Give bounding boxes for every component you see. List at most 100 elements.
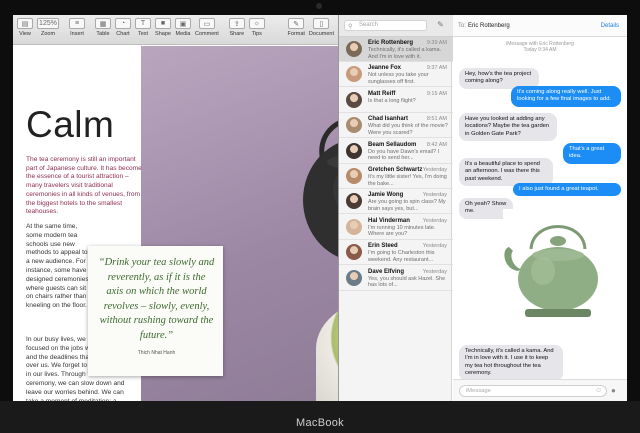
conversation-name: Dave Elfving	[368, 268, 405, 275]
toolbar-label: Share	[229, 31, 245, 37]
conversation-item[interactable]: Hal Vinderman Yesterday I'm running 10 min…	[339, 215, 453, 240]
search-input[interactable]: Search	[344, 20, 427, 31]
conversation-preview: I'm running 10 minutes late. Where are y…	[368, 224, 436, 238]
insert-icon: ≡	[69, 18, 85, 29]
text-icon: T	[135, 18, 151, 29]
conversation-name: Jamie Wong	[368, 192, 404, 199]
avatar	[346, 269, 362, 286]
conversation-time: Yesterday	[422, 192, 447, 199]
incoming-message[interactable]: Technically, it's called a kama. And I'm…	[459, 345, 563, 381]
body-paragraph-1: At the same time, some modern tea school…	[26, 223, 89, 310]
toolbar-text-button[interactable]: T Text	[135, 18, 151, 37]
sidebar-icon: ▤	[17, 18, 33, 29]
to-label: To:	[458, 23, 467, 29]
message-input-bar: iMessage ☺ ●	[453, 379, 627, 401]
shape-icon: ■	[155, 18, 171, 29]
toolbar-shape-button[interactable]: ■ Shape	[155, 18, 171, 37]
toolbar-document-button[interactable]: ▯ Document	[309, 18, 334, 37]
conversation-name: Jeanne Fox	[368, 65, 402, 72]
conversation-item[interactable]: Chad Isanhart 8:51 AM What did you think o…	[339, 113, 453, 139]
incoming-message[interactable]: Have you looked at adding any locations?…	[459, 113, 557, 142]
toolbar-label: Comment	[195, 31, 219, 37]
avatar	[346, 168, 362, 184]
avatar	[346, 66, 362, 83]
conversation-time: Yesterday	[422, 167, 447, 173]
toolbar-label: Tips	[251, 31, 262, 37]
lead-paragraph: The tea ceremony is still an important p…	[26, 156, 142, 216]
conversation-preview: Technically, it's called a kama. And I'm…	[368, 47, 442, 60]
toolbar-label: Media	[175, 31, 191, 37]
comment-icon: ▭	[198, 18, 215, 29]
message-input[interactable]: iMessage	[459, 385, 607, 397]
toolbar-label: Shape	[155, 31, 171, 37]
toolbar-label: Zoom	[40, 31, 56, 37]
zoom-icon: 125%	[37, 18, 59, 29]
document-canvas[interactable]: Calm The tea ceremony is still an import…	[13, 46, 338, 401]
conversation-item[interactable]: Dave Elfving Yesterday Yes, you should ask…	[339, 266, 453, 291]
compose-icon[interactable]: ✎	[435, 20, 446, 31]
toolbar-label: Text	[137, 31, 149, 37]
conversation-preview: It's my little sister! Yes, I'm doing th…	[368, 174, 447, 187]
avatar	[346, 218, 362, 235]
outgoing-message[interactable]: It's coming along really well. Just look…	[511, 86, 621, 107]
table-icon: ▦	[95, 18, 111, 29]
chat-header: To: Eric Rottenberg Details	[453, 15, 627, 37]
microphone-icon[interactable]: ●	[611, 386, 616, 395]
page-title: Calm	[26, 104, 115, 145]
toolbar-format-button[interactable]: ✎ Format	[288, 18, 305, 37]
emoji-icon[interactable]: ☺	[595, 387, 602, 394]
conversation-item[interactable]: Gretchen Schwartz Yesterday It's my little…	[339, 164, 453, 189]
conversation-name: Beam Sellaudom	[368, 141, 417, 148]
search-icon: ⚲	[348, 24, 353, 30]
toolbar-comment-button[interactable]: ▭ Comment	[195, 18, 219, 37]
green-teapot-photo[interactable]	[503, 209, 613, 329]
conversation-name: Eric Rottenberg	[368, 40, 414, 46]
conversation-name: Erin Steed	[368, 243, 398, 250]
conversation-item[interactable]: Erin Steed Yesterday I'm going to Charlest…	[339, 240, 453, 266]
avatar	[346, 91, 362, 108]
toolbar-media-button[interactable]: ▣ Media	[175, 18, 191, 37]
conversation-item[interactable]: Beam Sellaudom 8:42 AM Do you have Dawn's …	[339, 139, 453, 164]
outgoing-message[interactable]: I also just found a great teapot.	[513, 183, 621, 197]
toolbar-tips-button[interactable]: ☼ Tips	[248, 18, 265, 37]
toolbar-view-button[interactable]: ▤ View	[17, 18, 33, 37]
chart-icon: ◔	[115, 18, 131, 29]
screen: ▤ View 125% Zoom ≡ Insert ▦ Table ◔ Chart T Text ■ Sh…	[13, 15, 627, 401]
details-button[interactable]: Details	[601, 23, 619, 29]
toolbar-insert-button[interactable]: ≡ Insert	[69, 18, 85, 37]
pull-quote[interactable]: “Drink your tea slowly and reverently, a…	[88, 246, 223, 376]
avatar	[346, 142, 362, 159]
conversation-time: 9:39 AM	[426, 40, 447, 46]
toolbar-label: Document	[308, 31, 334, 37]
incoming-message[interactable]: It's a beautiful place to spend an after…	[459, 158, 553, 187]
media-icon: ▣	[175, 18, 191, 29]
toolbar-label: Chart	[116, 31, 130, 37]
toolbar-label: Insert	[70, 31, 84, 37]
conversation-preview: I'm going to Charleston this weekend. An…	[368, 250, 435, 263]
outgoing-message[interactable]: That's a great idea.	[563, 143, 621, 164]
teapot-image	[303, 120, 338, 257]
conversation-item[interactable]: Eric Rottenberg 9:39 AM Technically, it's …	[339, 37, 453, 62]
conversation-preview: What did you think of the movie? Were yo…	[368, 123, 448, 136]
conversation-item[interactable]: Matt Reiff 9:15 AM Is that a long flight?	[339, 88, 453, 113]
format-brush-icon: ✎	[288, 18, 305, 29]
conversation-item[interactable]: Jamie Wong Yesterday Are you going to spin…	[339, 189, 453, 215]
conversation-time: Yesterday	[422, 268, 447, 275]
document-icon: ▯	[313, 18, 330, 29]
toolbar-zoom-button[interactable]: 125% Zoom	[37, 18, 59, 37]
toolbar-share-button[interactable]: ⇪ Share	[228, 18, 245, 37]
toolbar-table-button[interactable]: ▦ Table	[95, 18, 111, 37]
toolbar-label: Format	[287, 31, 305, 37]
conversation-time: 9:15 AM	[426, 90, 447, 97]
pages-window: ▤ View 125% Zoom ≡ Insert ▦ Table ◔ Chart T Text ■ Sh…	[13, 15, 338, 401]
conversation-time: 8:51 AM	[426, 116, 447, 123]
pages-toolbar: ▤ View 125% Zoom ≡ Insert ▦ Table ◔ Chart T Text ■ Sh…	[13, 15, 338, 45]
conversation-item[interactable]: Jeanne Fox 9:37 AM Not unless you take you…	[339, 62, 453, 88]
conversation-time: 8:42 AM	[426, 141, 447, 148]
share-icon: ⇪	[228, 18, 245, 29]
search-row: Search ⚲ ✎	[339, 15, 453, 37]
toolbar-chart-button[interactable]: ◔ Chart	[115, 18, 131, 37]
conversation-time: 9:37 AM	[426, 65, 447, 72]
device-frame: ▤ View 125% Zoom ≡ Insert ▦ Table ◔ Chart T Text ■ Sh…	[0, 0, 640, 433]
avatar	[346, 117, 362, 134]
